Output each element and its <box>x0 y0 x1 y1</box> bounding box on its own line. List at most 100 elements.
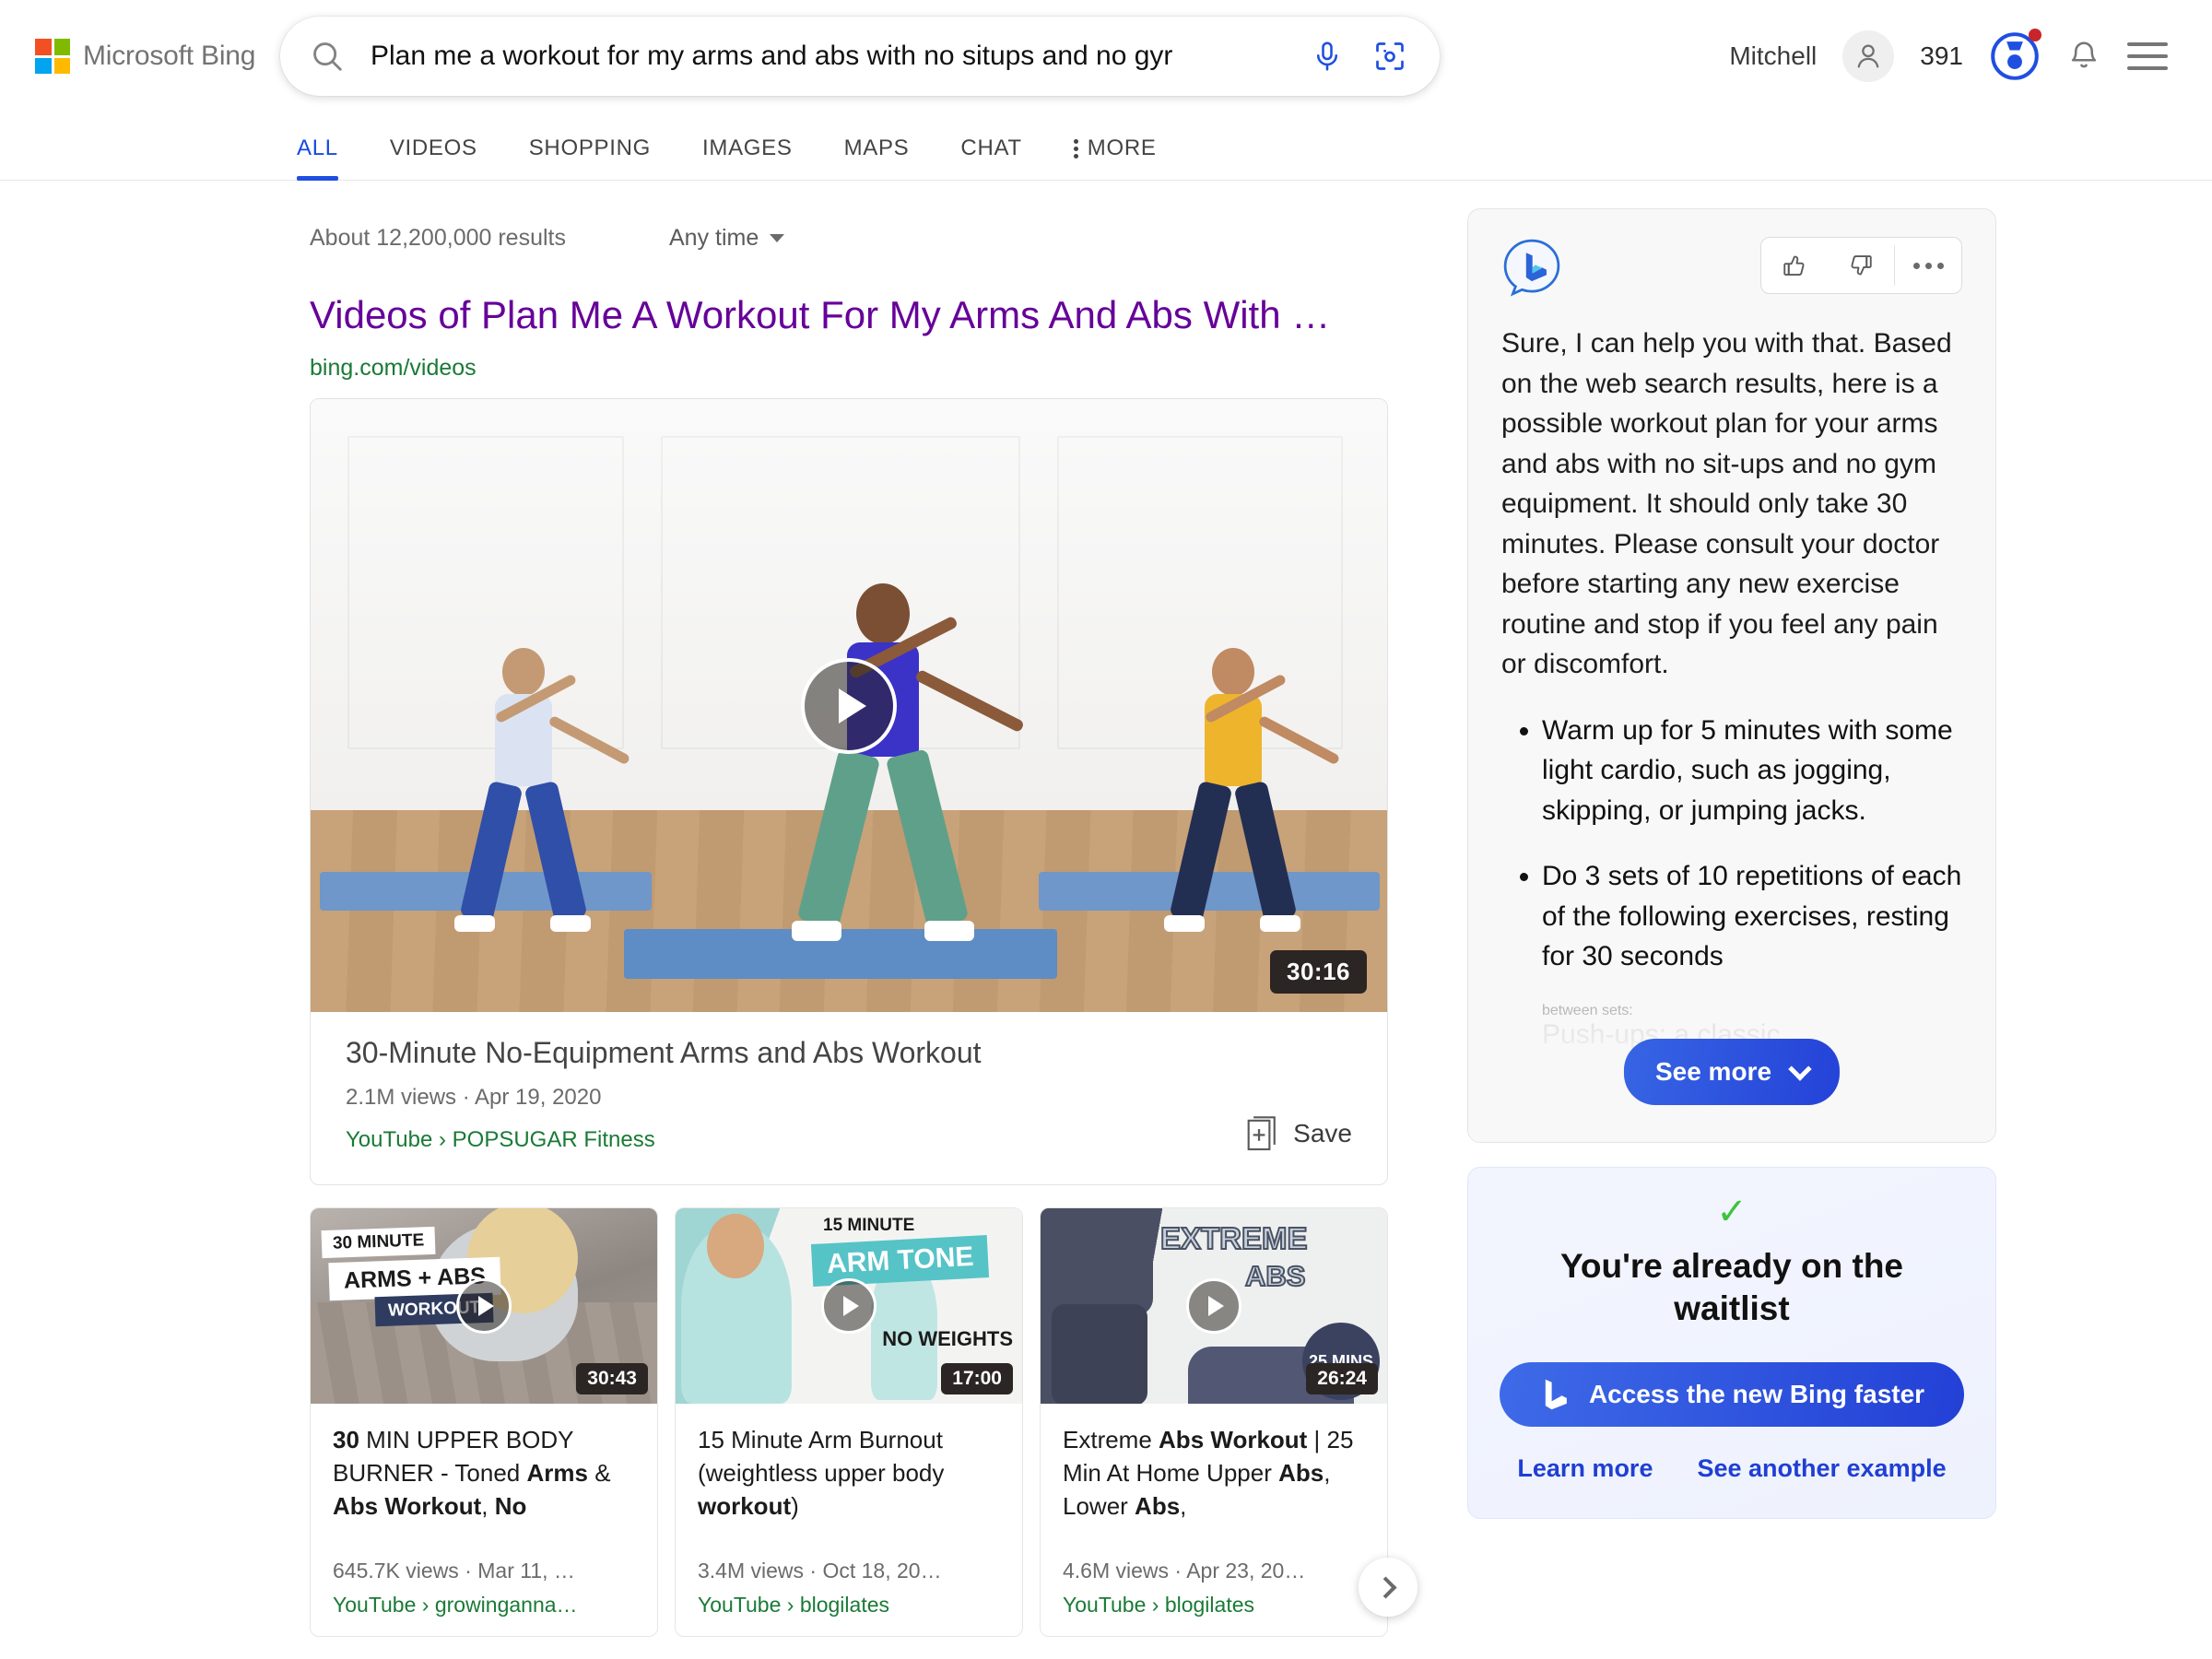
bell-icon[interactable] <box>2066 39 2101 74</box>
avatar[interactable] <box>1842 30 1894 82</box>
hero-video-thumbnail[interactable]: 30:16 <box>311 399 1387 1012</box>
tab-more[interactable]: MORE <box>1074 135 1157 180</box>
video-card-source[interactable]: YouTube › blogilates <box>1063 1593 1365 1618</box>
related-video-card[interactable]: 30 MINUTE ARMS + ABS WORKOUT 30:43 30 MI… <box>310 1207 658 1637</box>
video-card-body: Extreme Abs Workout | 25 Min At Home Upp… <box>1041 1404 1387 1636</box>
related-videos-carousel: 30 MINUTE ARMS + ABS WORKOUT 30:43 30 MI… <box>310 1207 1388 1637</box>
person-figure <box>1131 648 1343 980</box>
chat-card-header <box>1501 237 1962 298</box>
search-vertical-tabs: ALL VIDEOS SHOPPING IMAGES MAPS CHAT MOR… <box>0 112 2212 181</box>
thumbs-up-button[interactable] <box>1761 238 1828 293</box>
learn-more-link[interactable]: Learn more <box>1517 1454 1653 1483</box>
hero-video-stats: 2.1M views · Apr 19, 2020 <box>346 1085 1352 1111</box>
play-icon[interactable] <box>1186 1278 1241 1334</box>
list-item: Warm up for 5 minutes with some light ca… <box>1542 711 1962 831</box>
microsoft-bing-logo[interactable]: Microsoft Bing <box>35 39 273 74</box>
play-icon[interactable] <box>801 658 897 754</box>
bing-b-icon <box>1539 1377 1571 1412</box>
tab-shopping[interactable]: SHOPPING <box>529 135 651 180</box>
microphone-icon[interactable] <box>1311 40 1344 73</box>
thumbs-up-icon <box>1781 252 1808 279</box>
video-card-stats: 3.4M views · Oct 18, 20… <box>698 1559 1000 1583</box>
bing-chat-logo-icon <box>1501 237 1562 298</box>
more-options-icon <box>1913 263 1944 269</box>
person-figure <box>744 583 1020 1012</box>
bing-chat-answer-card: Sure, I can help you with that. Based on… <box>1467 208 1996 1143</box>
hero-video-title[interactable]: 30-Minute No-Equipment Arms and Abs Work… <box>346 1036 1352 1070</box>
related-video-card[interactable]: EXTREME ABS 25 MINS 26:24 Extreme Abs Wo… <box>1040 1207 1388 1637</box>
thumbs-down-button[interactable] <box>1828 238 1894 293</box>
chevron-down-icon <box>770 234 784 242</box>
chevron-right-icon <box>1374 1576 1396 1598</box>
search-input[interactable] <box>369 40 1311 73</box>
result-url[interactable]: bing.com/videos <box>310 355 1388 382</box>
thumbs-down-icon <box>1847 252 1875 279</box>
visual-search-icon[interactable] <box>1373 40 1406 73</box>
tab-more-label: MORE <box>1088 135 1157 161</box>
see-more-button[interactable]: See more <box>1624 1039 1840 1105</box>
rewards-medal-icon[interactable] <box>1989 30 2041 82</box>
thumb-overlay-line3: NO WEIGHTS <box>882 1328 1013 1349</box>
results-count: About 12,200,000 results <box>310 225 566 252</box>
person-icon <box>1853 41 1884 72</box>
result-title-link[interactable]: Videos of Plan Me A Workout For My Arms … <box>310 291 1388 338</box>
save-label: Save <box>1293 1119 1352 1148</box>
waitlist-title: You're already on the waitlist <box>1500 1245 1964 1331</box>
access-new-bing-button[interactable]: Access the new Bing faster <box>1500 1362 1964 1427</box>
time-filter-dropdown[interactable]: Any time <box>669 225 784 252</box>
chat-answer-bullets: Warm up for 5 minutes with some light ca… <box>1501 711 1962 977</box>
video-card-title[interactable]: 30 MIN UPPER BODY BURNER - Toned Arms & … <box>333 1424 635 1524</box>
waitlist-card: ✓ You're already on the waitlist Access … <box>1467 1167 1996 1519</box>
video-card-title[interactable]: Extreme Abs Workout | 25 Min At Home Upp… <box>1063 1424 1365 1524</box>
account-name[interactable]: Mitchell <box>1729 41 1817 71</box>
tab-videos[interactable]: VIDEOS <box>390 135 477 180</box>
kebab-icon <box>1074 139 1078 159</box>
video-thumbnail[interactable]: 15 MINUTE ARM TONE NO WEIGHTS 17:00 <box>676 1208 1022 1404</box>
hamburger-menu-icon[interactable] <box>2127 42 2168 70</box>
search-icon[interactable] <box>310 39 345 74</box>
carousel-next-button[interactable] <box>1359 1558 1418 1617</box>
video-card-body: 15 Minute Arm Burnout (weightless upper … <box>676 1404 1022 1636</box>
video-card-body: 30 MIN UPPER BODY BURNER - Toned Arms & … <box>311 1404 657 1636</box>
video-duration-badge: 17:00 <box>941 1363 1013 1394</box>
thumb-overlay-line1: 15 MINUTE <box>823 1216 914 1236</box>
play-icon[interactable] <box>821 1278 877 1334</box>
more-options-button[interactable] <box>1895 238 1961 293</box>
thumb-overlay-line1: 30 MINUTE <box>322 1227 436 1258</box>
tab-chat[interactable]: CHAT <box>960 135 1021 180</box>
results-page: About 12,200,000 results Any time Videos… <box>0 181 2212 1637</box>
video-card-source[interactable]: YouTube › blogilates <box>698 1593 1000 1618</box>
video-card-title[interactable]: 15 Minute Arm Burnout (weightless upper … <box>698 1424 1000 1524</box>
search-bar[interactable] <box>280 17 1440 96</box>
hero-video-source[interactable]: YouTube › POPSUGAR Fitness <box>346 1127 1352 1153</box>
related-video-card[interactable]: 15 MINUTE ARM TONE NO WEIGHTS 17:00 15 M… <box>675 1207 1023 1637</box>
chevron-down-icon <box>1788 1057 1811 1080</box>
person-figure <box>421 648 633 980</box>
save-button[interactable]: Save <box>1247 1114 1352 1153</box>
hero-video-card[interactable]: 30:16 30-Minute No-Equipment Arms and Ab… <box>310 398 1388 1185</box>
video-card-stats: 645.7K views · Mar 11, … <box>333 1559 635 1583</box>
thumb-overlay-line1: EXTREME <box>1160 1221 1308 1256</box>
play-icon[interactable] <box>456 1278 512 1334</box>
chat-answer-paragraph: Sure, I can help you with that. Based on… <box>1501 324 1962 685</box>
tab-maps[interactable]: MAPS <box>844 135 910 180</box>
save-collection-icon <box>1247 1114 1278 1153</box>
video-card-stats: 4.6M views · Apr 23, 20… <box>1063 1559 1365 1583</box>
tab-all[interactable]: ALL <box>297 135 338 180</box>
see-another-example-link[interactable]: See another example <box>1697 1454 1946 1483</box>
hero-video-meta: 30-Minute No-Equipment Arms and Abs Work… <box>311 1012 1387 1184</box>
list-item: Do 3 sets of 10 repetitions of each of t… <box>1542 856 1962 977</box>
tab-images[interactable]: IMAGES <box>702 135 793 180</box>
header-account-area: Mitchell 391 <box>1729 30 2173 82</box>
video-thumbnail[interactable]: 30 MINUTE ARMS + ABS WORKOUT 30:43 <box>311 1208 657 1404</box>
top-header: Microsoft Bing Mitchell <box>0 0 2212 112</box>
access-new-bing-label: Access the new Bing faster <box>1589 1380 1924 1409</box>
microsoft-squares-icon <box>35 39 70 74</box>
rewards-points[interactable]: 391 <box>1920 41 1963 71</box>
video-card-source[interactable]: YouTube › growinganna… <box>333 1593 635 1618</box>
video-thumbnail[interactable]: EXTREME ABS 25 MINS 26:24 <box>1041 1208 1387 1404</box>
brand-name: Microsoft Bing <box>83 41 255 72</box>
green-check-icon: ✓ <box>1500 1194 1964 1230</box>
notification-dot <box>2029 29 2041 41</box>
waitlist-links: Learn more See another example <box>1500 1454 1964 1483</box>
